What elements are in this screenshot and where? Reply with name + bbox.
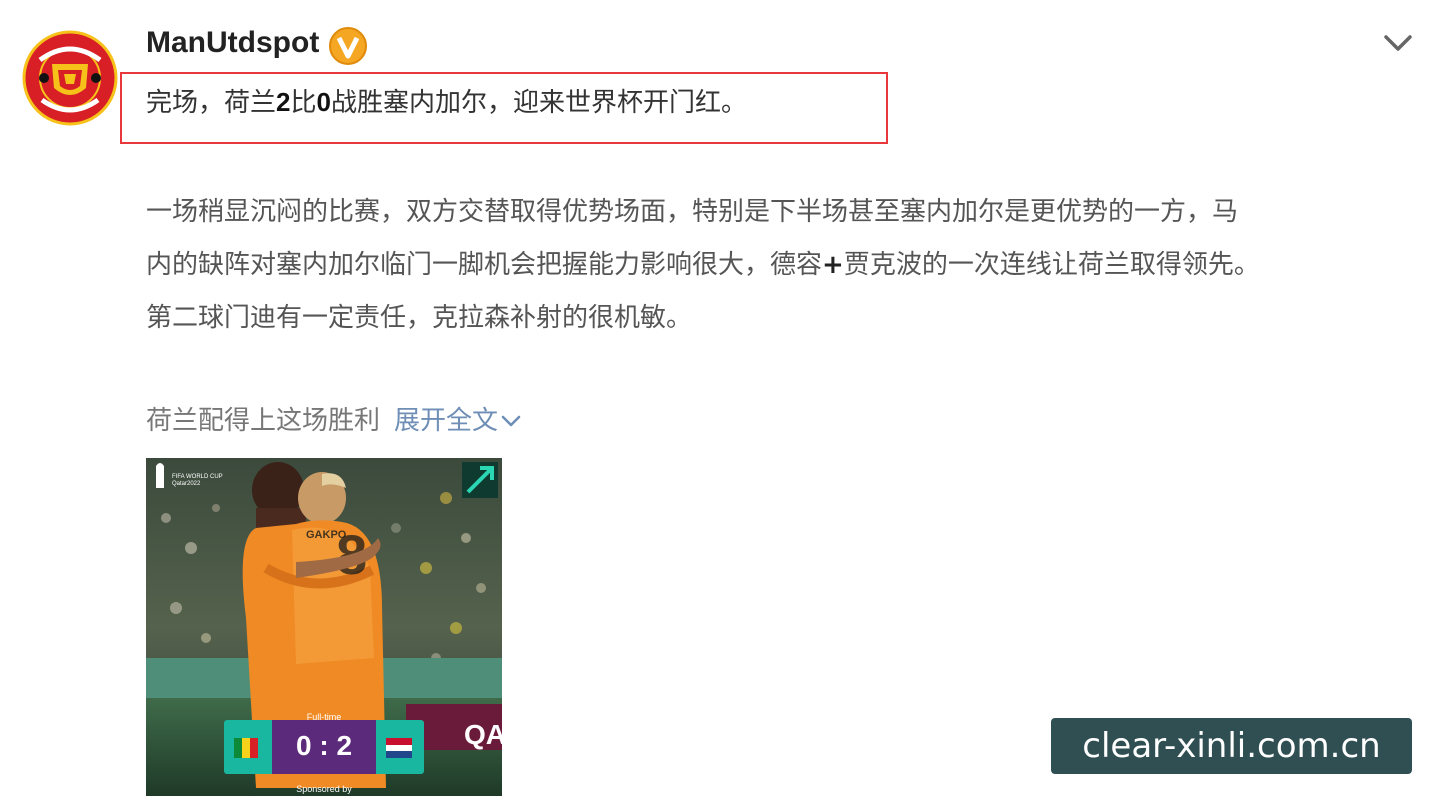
- post-photo[interactable]: QAT 8 GAKPO: [146, 458, 502, 796]
- headline-part: 完场，荷兰: [146, 88, 277, 118]
- headline-score: 0: [316, 87, 331, 117]
- headline-score: 2: [276, 87, 291, 117]
- chevron-down-icon[interactable]: [1380, 30, 1416, 56]
- last-line-text: 荷兰配得上这场胜利: [146, 406, 381, 436]
- body-line: 内的缺阵对塞内加尔临门一脚机会把握能力影响很大，德容+贾克波的一次连线让荷兰取得…: [146, 239, 1406, 292]
- headline-part: 比: [290, 88, 317, 118]
- plus-sign: +: [822, 250, 844, 280]
- headline-part: 战胜塞内加尔，迎来世界杯开门红。: [330, 88, 747, 118]
- post-body: 一场稍显沉闷的比赛，双方交替取得优势场面，特别是下半场甚至塞内加尔是更优势的一方…: [146, 186, 1406, 345]
- body-line-part: 内的缺阵对塞内加尔临门一脚机会把握能力影响很大，德容: [146, 250, 823, 280]
- username[interactable]: ManUtdspot: [146, 26, 319, 60]
- post-last-line: 荷兰配得上这场胜利 展开全文: [146, 400, 522, 437]
- score-display: 0 : 2: [295, 730, 353, 761]
- weibo-post: ManUtdspot 完场，荷兰2比0战胜塞内加尔，迎来世界杯开门红。 一场稍显…: [0, 0, 1435, 796]
- body-line: 第二球门迪有一定责任，克拉森补射的很机敏。: [146, 303, 693, 333]
- verified-v-badge-icon: [328, 26, 368, 66]
- manchester-united-crest-icon: [22, 30, 118, 126]
- sponsored-label: Sponsored by: [296, 784, 352, 794]
- avatar[interactable]: [22, 30, 118, 126]
- site-watermark: clear-xinli.com.cn: [1051, 718, 1412, 774]
- post-headline: 完场，荷兰2比0战胜塞内加尔，迎来世界杯开门红。: [146, 82, 747, 119]
- world-cup-logo-text: FIFA WORLD CUP Qatar2022: [172, 474, 223, 487]
- body-line-part: 贾克波的一次连线让荷兰取得领先。: [843, 250, 1260, 280]
- expand-label[interactable]: 展开全文: [394, 406, 498, 436]
- wc-trophy-icon: [156, 463, 164, 488]
- jersey-name: GAKPO: [306, 529, 347, 541]
- expand-full-text-link[interactable]: 展开全文: [394, 406, 522, 436]
- body-line: 一场稍显沉闷的比赛，双方交替取得优势场面，特别是下半场甚至塞内加尔是更优势的一方…: [146, 197, 1239, 227]
- fulltime-label: Full-time: [306, 712, 342, 722]
- chevron-down-icon[interactable]: [500, 407, 522, 437]
